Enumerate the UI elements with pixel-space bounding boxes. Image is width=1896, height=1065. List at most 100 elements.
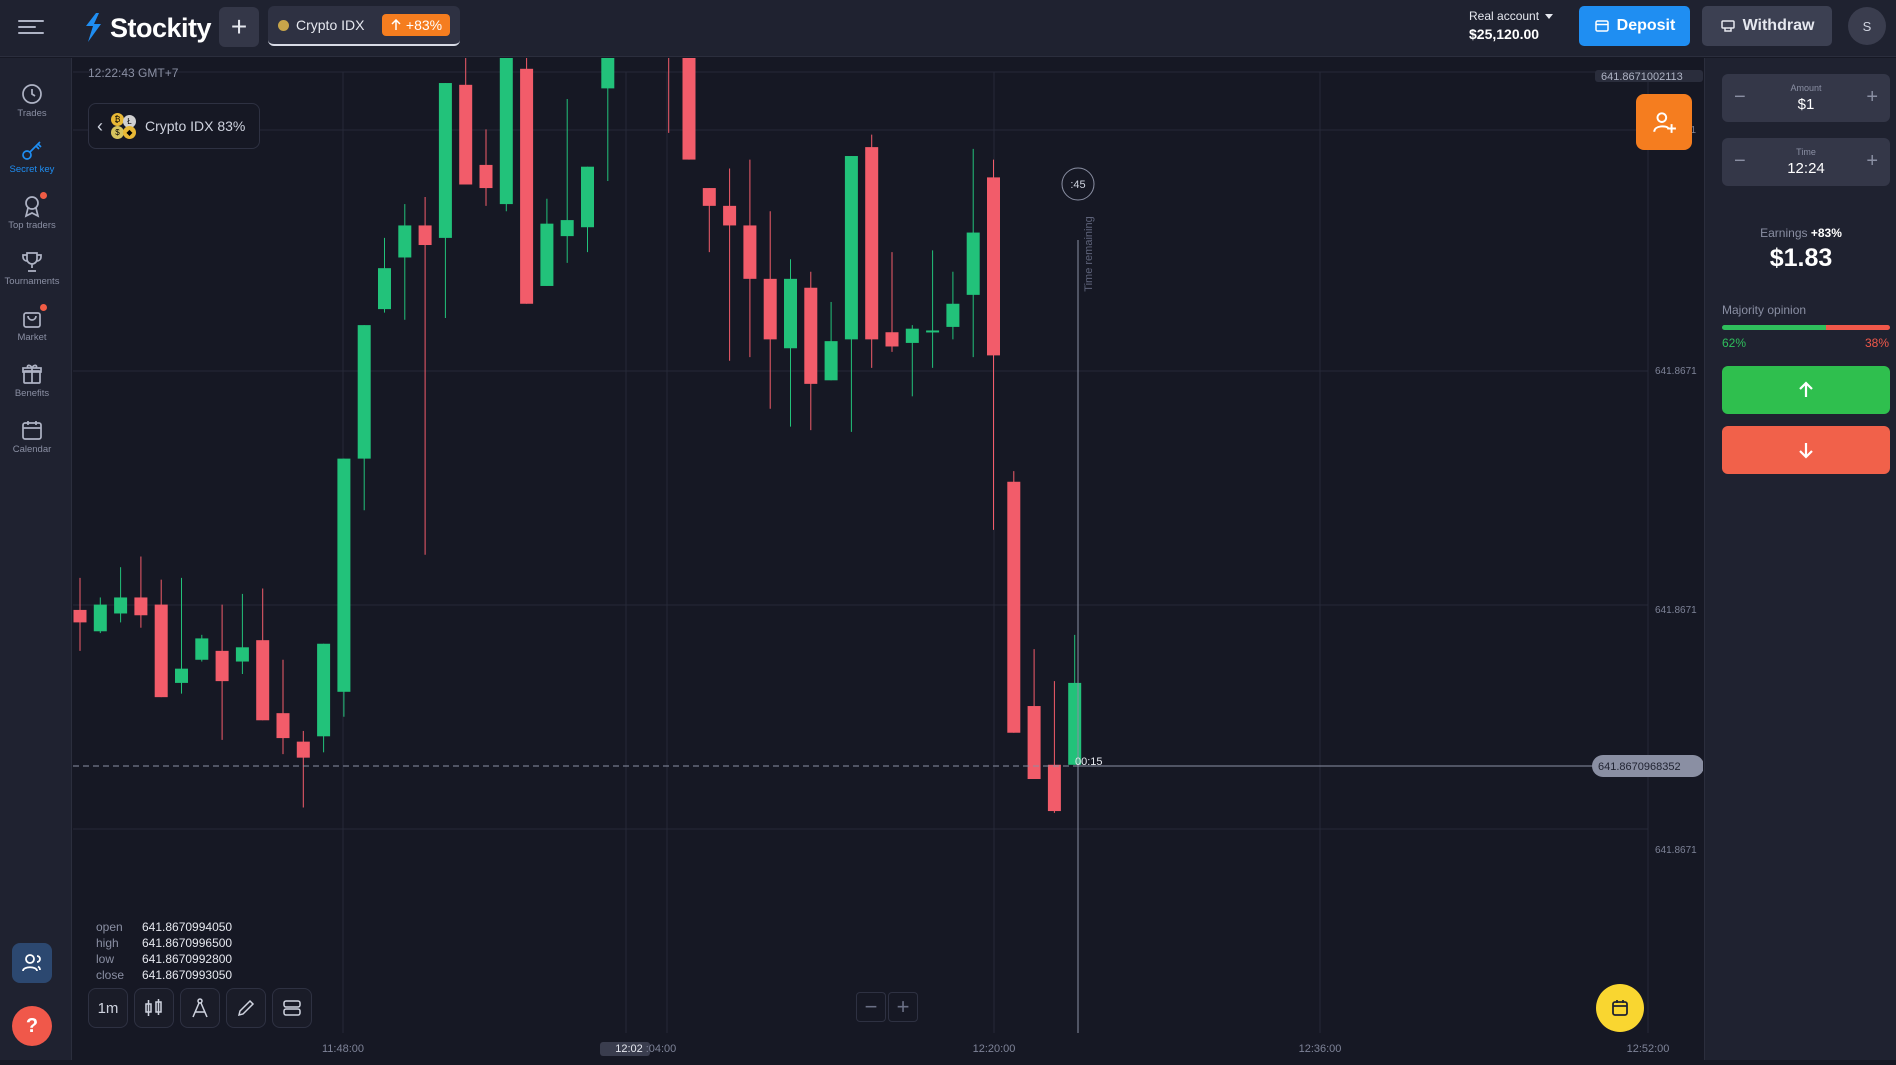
calendar-icon (1612, 1000, 1628, 1016)
account-balance: $25,120.00 (1469, 26, 1540, 42)
candle-body (1068, 682, 1082, 765)
key-icon (22, 141, 42, 160)
candle-body (1027, 706, 1041, 780)
clock-icon (22, 84, 42, 104)
sidebar-item-top-traders[interactable]: Top traders (0, 192, 64, 244)
buy-up-button[interactable] (1722, 366, 1890, 414)
increase-amount-button[interactable]: + (1866, 86, 1878, 109)
candle-body (499, 42, 513, 205)
arrow-up-icon (1799, 381, 1813, 397)
time-field[interactable]: − Time 12:24 + (1722, 138, 1890, 186)
logo-mark-icon (86, 13, 101, 42)
candle-body (114, 597, 128, 614)
layout-icon (283, 1000, 301, 1016)
account-switcher[interactable]: Real account $25,120.00 (1469, 9, 1569, 42)
chart-area[interactable]: 641.8670968352641.867100211371641.867164… (73, 0, 1704, 1060)
ohlc-open-label: open (96, 920, 123, 934)
indicators-button[interactable] (180, 988, 220, 1028)
layout-button[interactable] (272, 988, 312, 1028)
support-button[interactable] (12, 943, 52, 983)
candle-body (581, 166, 594, 228)
timeframe-button[interactable]: 1m (88, 988, 128, 1028)
deposit-button[interactable]: Deposit (1579, 6, 1690, 46)
ohlc-open: 641.8670994050 (142, 920, 233, 934)
sidebar-item-label: Calendar (12, 444, 52, 455)
ohlc-high: 641.8670996500 (142, 936, 233, 950)
sidebar-item-label: Secret key (9, 164, 55, 175)
sidebar-item-market[interactable]: Market (0, 304, 64, 356)
sell-down-button[interactable] (1722, 426, 1890, 474)
candle-body (215, 650, 229, 682)
sidebar-item-trades[interactable]: Trades (0, 82, 64, 132)
menu-icon[interactable] (18, 16, 44, 40)
arrow-down-icon (1799, 443, 1813, 459)
candle-body (540, 223, 554, 286)
candle-body (865, 147, 879, 340)
ohlc-close: 641.8670993050 (142, 968, 233, 982)
economic-calendar-button[interactable] (1596, 984, 1644, 1032)
gift-icon (22, 364, 42, 384)
sidebar-item-benefits[interactable]: Benefits (0, 362, 64, 412)
ohlc-readout: open 641.8670994050 high 641.8670996500 lo… (96, 919, 232, 983)
candle-body (763, 278, 777, 340)
sidebar-item-label: Market (17, 332, 47, 343)
asset-tab[interactable]: Crypto IDX +83% (268, 6, 460, 46)
add-asset-button[interactable]: + (219, 7, 259, 47)
candle-body (784, 278, 797, 349)
add-user-icon (1653, 112, 1676, 133)
candle-body (195, 638, 209, 660)
time-label: Time (1796, 147, 1816, 157)
candle-body (723, 205, 737, 226)
candle-body (946, 303, 960, 327)
candle-body (256, 640, 270, 721)
candle-body (296, 741, 310, 758)
invite-friend-button[interactable] (1636, 94, 1692, 150)
price-axis-label: 641.8671 (1655, 845, 1697, 856)
withdraw-button[interactable]: Withdraw (1702, 6, 1832, 46)
candle-body (824, 341, 838, 381)
sidebar-item-calendar[interactable]: Calendar (0, 418, 64, 468)
trophy-icon (22, 252, 42, 272)
asset-selector[interactable]: ‹ ₿ Ł $ ◆ Crypto IDX 83% (88, 103, 260, 149)
candle-body (276, 713, 290, 739)
price-axis-label: 641.8671 (1655, 366, 1697, 377)
candle-body (743, 225, 757, 279)
sidebar: Trades Secret key Top traders Tournament… (0, 58, 72, 1060)
zoom-in-button[interactable]: + (888, 992, 918, 1022)
candle-body (378, 268, 391, 310)
payout-badge: +83% (382, 14, 450, 36)
amount-value: $1 (1797, 96, 1815, 113)
candle-body (560, 220, 574, 237)
amount-field[interactable]: − Amount $1 + (1722, 74, 1890, 122)
sidebar-item-label: Top traders (8, 220, 56, 231)
candle-body (844, 156, 858, 340)
zoom-out-button[interactable]: − (856, 992, 886, 1022)
arrow-up-icon (391, 19, 401, 30)
logo[interactable]: Stockity (82, 10, 212, 46)
candle-body (926, 330, 940, 333)
candle-body (966, 232, 980, 295)
candle-body (175, 668, 188, 683)
candle-body (134, 597, 148, 616)
deposit-label: Deposit (1616, 17, 1676, 34)
sidebar-item-secret-key[interactable]: Secret key (0, 138, 64, 188)
earnings-percent: +83% (1810, 226, 1842, 240)
pencil-icon (237, 999, 255, 1017)
account-type: Real account (1469, 9, 1540, 23)
drawing-button[interactable] (226, 988, 266, 1028)
asset-selector-label: Crypto IDX 83% (145, 118, 246, 134)
increase-time-button[interactable]: + (1866, 150, 1878, 173)
ohlc-low-label: low (96, 952, 115, 966)
avatar[interactable]: S (1848, 7, 1886, 45)
time-axis-label: 11:48:00 (322, 1043, 364, 1055)
sidebar-item-tournaments[interactable]: Tournaments (0, 250, 64, 300)
candle-body (987, 177, 1000, 356)
candle-body (73, 609, 87, 623)
candle-body (1007, 481, 1021, 733)
help-button[interactable]: ? (12, 1006, 52, 1046)
crypto-coins-icon: ₿ Ł $ ◆ (111, 113, 137, 139)
price-chart[interactable]: 641.8670968352641.867100211371641.867164… (73, 0, 1704, 1060)
earnings-value: $1.83 (1769, 244, 1833, 272)
time-axis-label: 12:52:00 (1627, 1043, 1670, 1055)
chart-type-button[interactable] (134, 988, 174, 1028)
